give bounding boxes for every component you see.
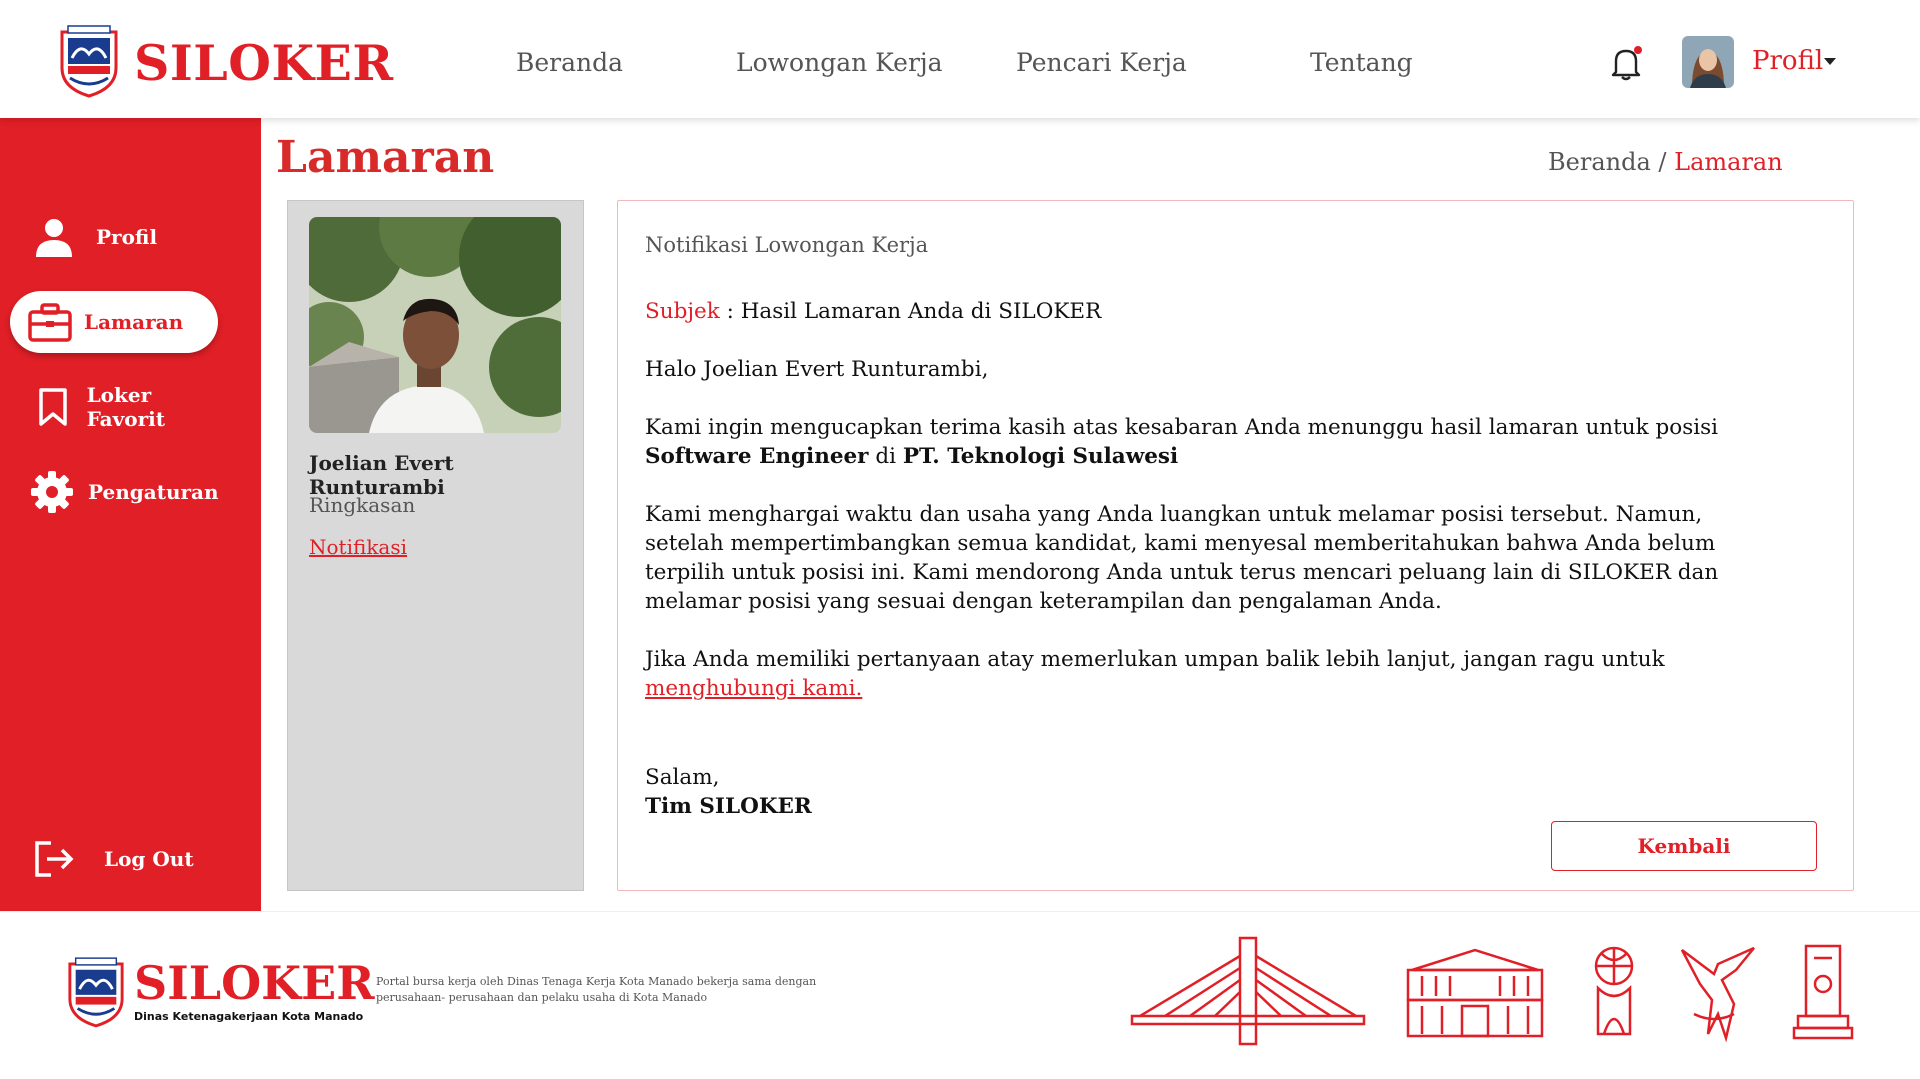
- paragraph-3: Jika Anda memiliki pertanyaan atay memer…: [645, 645, 1785, 703]
- brand-name[interactable]: SILOKER: [134, 34, 394, 92]
- logout-icon: [32, 837, 76, 881]
- statue-landmark-icon: [1680, 946, 1755, 1042]
- breadcrumb-current: Lamaran: [1674, 148, 1783, 176]
- sidebar-item-lamaran[interactable]: Lamaran: [10, 291, 218, 353]
- notifications-link[interactable]: Notifikasi: [309, 535, 407, 559]
- paragraph-1-text: Kami ingin mengucapkan terima kasih atas…: [645, 415, 1719, 440]
- breadcrumb-separator: /: [1658, 148, 1667, 176]
- user-icon: [32, 215, 76, 259]
- sidebar-item-pengaturan[interactable]: Pengaturan: [10, 461, 219, 523]
- footer-subtitle: Dinas Ketenagakerjaan Kota Manado: [134, 1010, 364, 1023]
- back-button[interactable]: Kembali: [1551, 821, 1817, 871]
- nav-pencari-kerja[interactable]: Pencari Kerja: [1016, 48, 1187, 77]
- applicant-name: Joelian Evert Runturambi: [309, 451, 454, 499]
- paragraph-1-at: di: [868, 444, 903, 469]
- subject-label: Subjek: [645, 299, 720, 324]
- nav-tentang[interactable]: Tentang: [1310, 48, 1413, 77]
- nav-beranda[interactable]: Beranda: [516, 48, 623, 77]
- bridge-landmark-icon: [1130, 936, 1366, 1046]
- city-emblem-logo[interactable]: [58, 24, 120, 98]
- logout-label: Log Out: [104, 847, 194, 871]
- briefcase-icon: [28, 300, 72, 344]
- gear-icon: [30, 470, 74, 514]
- sidebar-item-loker-favorit[interactable]: Loker Favorit: [10, 376, 218, 438]
- top-navbar: SILOKER Beranda Lowongan Kerja Pencari K…: [0, 0, 1920, 118]
- breadcrumb-home[interactable]: Beranda: [1548, 148, 1651, 176]
- footer-city-emblem-logo: [68, 957, 124, 1028]
- building-landmark-icon: [1406, 948, 1544, 1038]
- subject-text: Hasil Lamaran Anda di SILOKER: [740, 299, 1102, 324]
- chevron-down-icon[interactable]: [1824, 58, 1836, 65]
- notification-bell-icon[interactable]: [1608, 44, 1644, 82]
- position-name: Software Engineer: [645, 444, 869, 469]
- tower-monument-icon: [1792, 944, 1854, 1040]
- sidebar-item-label: Lamaran: [84, 310, 184, 334]
- paragraph-2: Kami menghargai waktu dan usaha yang And…: [645, 502, 1719, 614]
- sidebar-item-label: Loker Favorit: [86, 383, 165, 431]
- sidebar-item-profil[interactable]: Profil: [10, 206, 218, 268]
- user-avatar[interactable]: [1682, 36, 1734, 88]
- subject-separator: :: [719, 299, 741, 324]
- notification-message-card: Notifikasi Lowongan Kerja Subjek : Hasil…: [617, 200, 1854, 891]
- summary-link[interactable]: Ringkasan: [309, 493, 415, 517]
- subject-line: Subjek : Hasil Lamaran Anda di SILOKER: [645, 297, 1785, 326]
- profile-card: Joelian Evert Runturambi Ringkasan Notif…: [287, 200, 584, 891]
- paragraph-1: Kami ingin mengucapkan terima kasih atas…: [645, 413, 1785, 471]
- sidebar-item-label: Profil: [96, 225, 158, 249]
- sidebar-item-label: Pengaturan: [88, 480, 219, 504]
- footer-brand: SILOKER: [134, 956, 375, 1010]
- bookmark-icon: [34, 385, 73, 429]
- paragraph-3-text: Jika Anda memiliki pertanyaan atay memer…: [645, 647, 1665, 672]
- company-name: PT. Teknologi Sulawesi: [902, 444, 1179, 469]
- profile-photo: [309, 217, 561, 433]
- nav-lowongan-kerja[interactable]: Lowongan Kerja: [736, 48, 943, 77]
- breadcrumb: Beranda / Lamaran: [1548, 148, 1783, 176]
- page-title: Lamaran: [276, 132, 495, 183]
- profile-menu-label[interactable]: Profil: [1752, 46, 1823, 76]
- footer-description: Portal bursa kerja oleh Dinas Tenaga Ker…: [376, 975, 817, 1004]
- message-heading: Notifikasi Lowongan Kerja: [645, 233, 929, 257]
- monument-globe-icon: [1594, 946, 1634, 1036]
- sidebar: Profil Lamaran Loker Favorit Pengaturan …: [0, 118, 261, 911]
- signature: Tim SILOKER: [645, 794, 812, 819]
- greeting: Halo Joelian Evert Runturambi,: [645, 357, 989, 382]
- closing: Salam,: [645, 765, 720, 790]
- logout-button[interactable]: Log Out: [10, 828, 218, 890]
- footer: SILOKER Dinas Ketenagakerjaan Kota Manad…: [0, 911, 1920, 1079]
- contact-us-link[interactable]: menghubungi kami.: [645, 676, 862, 701]
